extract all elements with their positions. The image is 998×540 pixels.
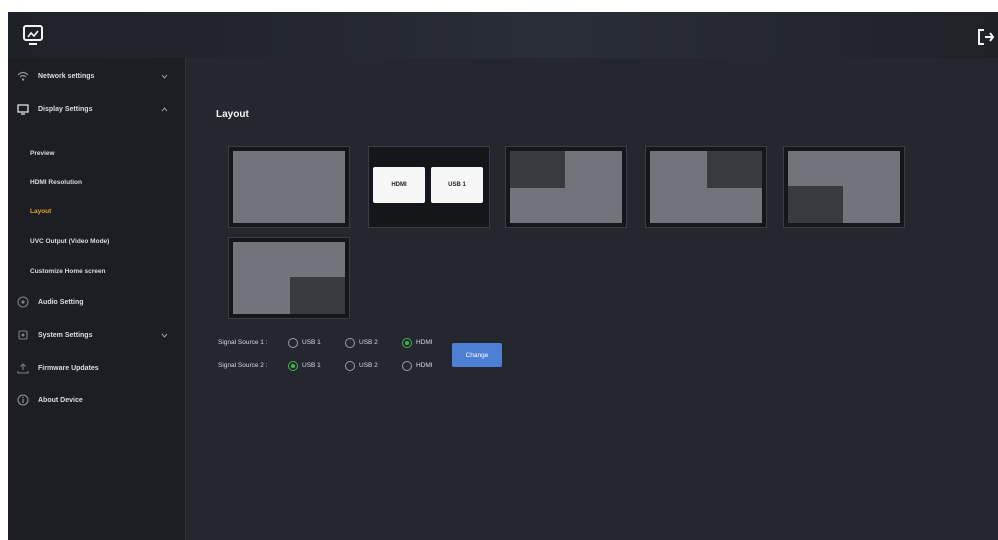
signal-source-1-hdmi-radio[interactable] — [402, 338, 412, 348]
signal-source-2-label: Signal Source 2 : — [218, 362, 268, 369]
sidebar-item-network-settings[interactable]: Network settings — [8, 61, 186, 91]
layout-preview-inset — [510, 151, 565, 188]
layout-preview-inset — [290, 277, 345, 314]
sidebar-subitem-uvc-output[interactable]: UVC Output (Video Mode) — [30, 238, 109, 245]
signal-source-1-usb2-radio[interactable] — [345, 338, 355, 348]
option-label: HDMI — [416, 339, 433, 346]
upload-icon — [17, 363, 29, 374]
layout-preview-inset — [707, 151, 762, 188]
sidebar-item-label: Display Settings — [38, 105, 93, 113]
wifi-icon — [17, 71, 29, 81]
signal-source-2-row: Signal Source 2 : USB 1 USB 2 HDMI — [218, 361, 458, 373]
signal-source-2-usb2-radio[interactable] — [345, 361, 355, 371]
top-bar — [8, 12, 998, 58]
sidebar: Network settings Display Settings Previe… — [8, 58, 186, 540]
sidebar-item-audio-setting[interactable]: Audio Setting — [8, 287, 186, 317]
layout-option-pip-bottom-right[interactable] — [228, 237, 350, 319]
layout-source-hdmi: HDMI — [373, 167, 425, 203]
sidebar-item-label: Network settings — [38, 72, 95, 80]
change-button[interactable]: Change — [452, 343, 502, 367]
layout-option-side-by-side[interactable]: HDMI USB 1 — [368, 146, 490, 228]
sidebar-item-label: System Settings — [38, 331, 93, 339]
sidebar-item-display-settings[interactable]: Display Settings — [8, 94, 186, 124]
sidebar-item-firmware-updates[interactable]: Firmware Updates — [8, 353, 186, 383]
signal-source-2-usb1-radio[interactable] — [288, 361, 298, 371]
layout-option-full[interactable] — [228, 146, 350, 228]
sidebar-subitem-layout[interactable]: Layout — [30, 208, 51, 215]
monitor-icon — [17, 104, 29, 115]
sidebar-item-label: Audio Setting — [38, 298, 84, 306]
app-window: Network settings Display Settings Previe… — [8, 12, 998, 540]
chevron-up-icon — [161, 107, 168, 112]
page-title: Layout — [216, 109, 249, 120]
chevron-down-icon — [161, 74, 168, 79]
layout-option-pip-top-right[interactable] — [645, 146, 767, 228]
logo-icon — [23, 25, 43, 45]
layout-option-pip-bottom-left[interactable] — [783, 146, 905, 228]
layout-option-pip-top-left[interactable] — [505, 146, 627, 228]
signal-source-1-row: Signal Source 1 : USB 1 USB 2 HDMI — [218, 338, 458, 350]
layout-preview-full — [233, 151, 345, 223]
sidebar-item-about-device[interactable]: About Device — [8, 385, 186, 415]
sidebar-subitem-preview[interactable]: Preview — [30, 150, 55, 157]
sidebar-subitem-hdmi-resolution[interactable]: HDMI Resolution — [30, 179, 82, 186]
option-label: USB 2 — [359, 339, 378, 346]
option-label: HDMI — [416, 362, 433, 369]
chevron-down-icon — [161, 333, 168, 338]
audio-icon — [17, 296, 29, 308]
sidebar-item-system-settings[interactable]: System Settings — [8, 320, 186, 350]
option-label: USB 1 — [302, 362, 321, 369]
info-icon — [17, 394, 29, 406]
layout-preview-inset — [788, 186, 843, 223]
option-label: USB 1 — [302, 339, 321, 346]
sidebar-item-label: About Device — [38, 396, 83, 404]
layout-source-usb1: USB 1 — [431, 167, 483, 203]
signal-source-2-hdmi-radio[interactable] — [402, 361, 412, 371]
option-label: USB 2 — [359, 362, 378, 369]
sidebar-item-label: Firmware Updates — [38, 364, 99, 372]
exit-icon[interactable] — [976, 27, 996, 47]
main-content: Layout HDMI USB 1 Signal Source 1: USB … — [187, 58, 998, 540]
signal-source-1-usb1-radio[interactable] — [288, 338, 298, 348]
sidebar-subitem-customize-home[interactable]: Customize Home screen — [30, 268, 106, 275]
gear-icon — [18, 330, 28, 340]
signal-source-1-label: Signal Source 1 : — [218, 339, 268, 346]
